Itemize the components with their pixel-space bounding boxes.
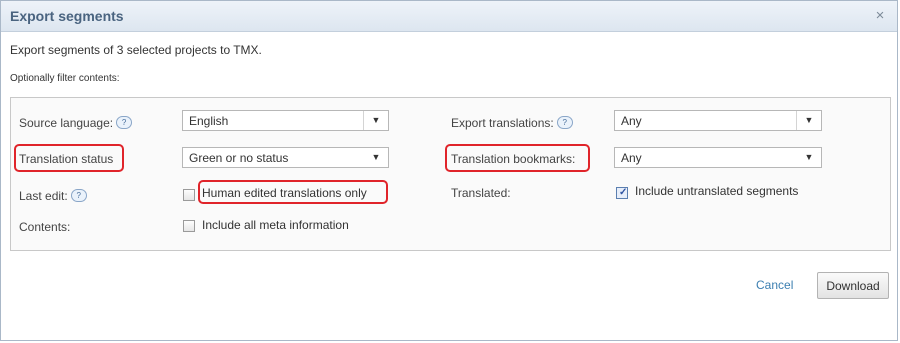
translation-bookmarks-value: Any: [621, 151, 642, 165]
chevron-down-icon: ▼: [363, 111, 388, 130]
human-edited-label: Human edited translations only: [202, 186, 367, 200]
chevron-down-icon: ▼: [804, 152, 814, 162]
export-translations-label-text: Export translations:: [451, 116, 554, 130]
chevron-down-icon: ▼: [371, 152, 381, 162]
dialog-title: Export segments: [10, 8, 124, 24]
optional-filter-text: Optionally filter contents:: [10, 73, 120, 84]
export-segments-dialog: Export segments × Export segments of 3 s…: [0, 0, 898, 341]
source-language-select[interactable]: English ▼: [182, 110, 389, 131]
contents-label: Contents:: [19, 220, 71, 234]
last-edit-label-text: Last edit:: [19, 189, 68, 203]
translation-status-select[interactable]: Green or no status ▼: [182, 147, 389, 168]
meta-information-label: Include all meta information: [202, 218, 349, 232]
translation-bookmarks-label: Translation bookmarks:: [451, 152, 576, 166]
translation-bookmarks-select[interactable]: Any ▼: [614, 147, 822, 168]
translated-label: Translated:: [451, 186, 511, 200]
translation-status-value: Green or no status: [189, 151, 289, 165]
intro-text: Export segments of 3 selected projects t…: [10, 43, 262, 57]
untranslated-segments-checkbox[interactable]: ✓: [616, 187, 628, 199]
untranslated-segments-label: Include untranslated segments: [635, 184, 799, 198]
translation-status-label: Translation status: [19, 152, 114, 166]
meta-information-checkbox[interactable]: [183, 220, 195, 232]
close-icon[interactable]: ×: [872, 8, 888, 24]
help-icon[interactable]: ?: [116, 116, 133, 129]
cancel-link[interactable]: Cancel: [756, 278, 793, 292]
check-icon: ✓: [619, 187, 628, 198]
chevron-down-icon: ▼: [796, 111, 821, 130]
source-language-label-text: Source language:: [19, 116, 114, 130]
download-button[interactable]: Download: [817, 272, 889, 299]
help-icon[interactable]: ?: [556, 116, 573, 129]
source-language-label: Source language:?: [19, 116, 133, 130]
export-translations-value: Any: [621, 114, 642, 128]
help-icon[interactable]: ?: [70, 189, 87, 202]
source-language-value: English: [189, 114, 229, 128]
human-edited-checkbox[interactable]: [183, 189, 195, 201]
dialog-titlebar: Export segments ×: [1, 1, 897, 32]
filter-panel: Source language:? English ▼ Translation …: [10, 97, 891, 251]
export-translations-label: Export translations:?: [451, 116, 573, 130]
last-edit-label: Last edit:?: [19, 189, 87, 203]
export-translations-select[interactable]: Any ▼: [614, 110, 822, 131]
